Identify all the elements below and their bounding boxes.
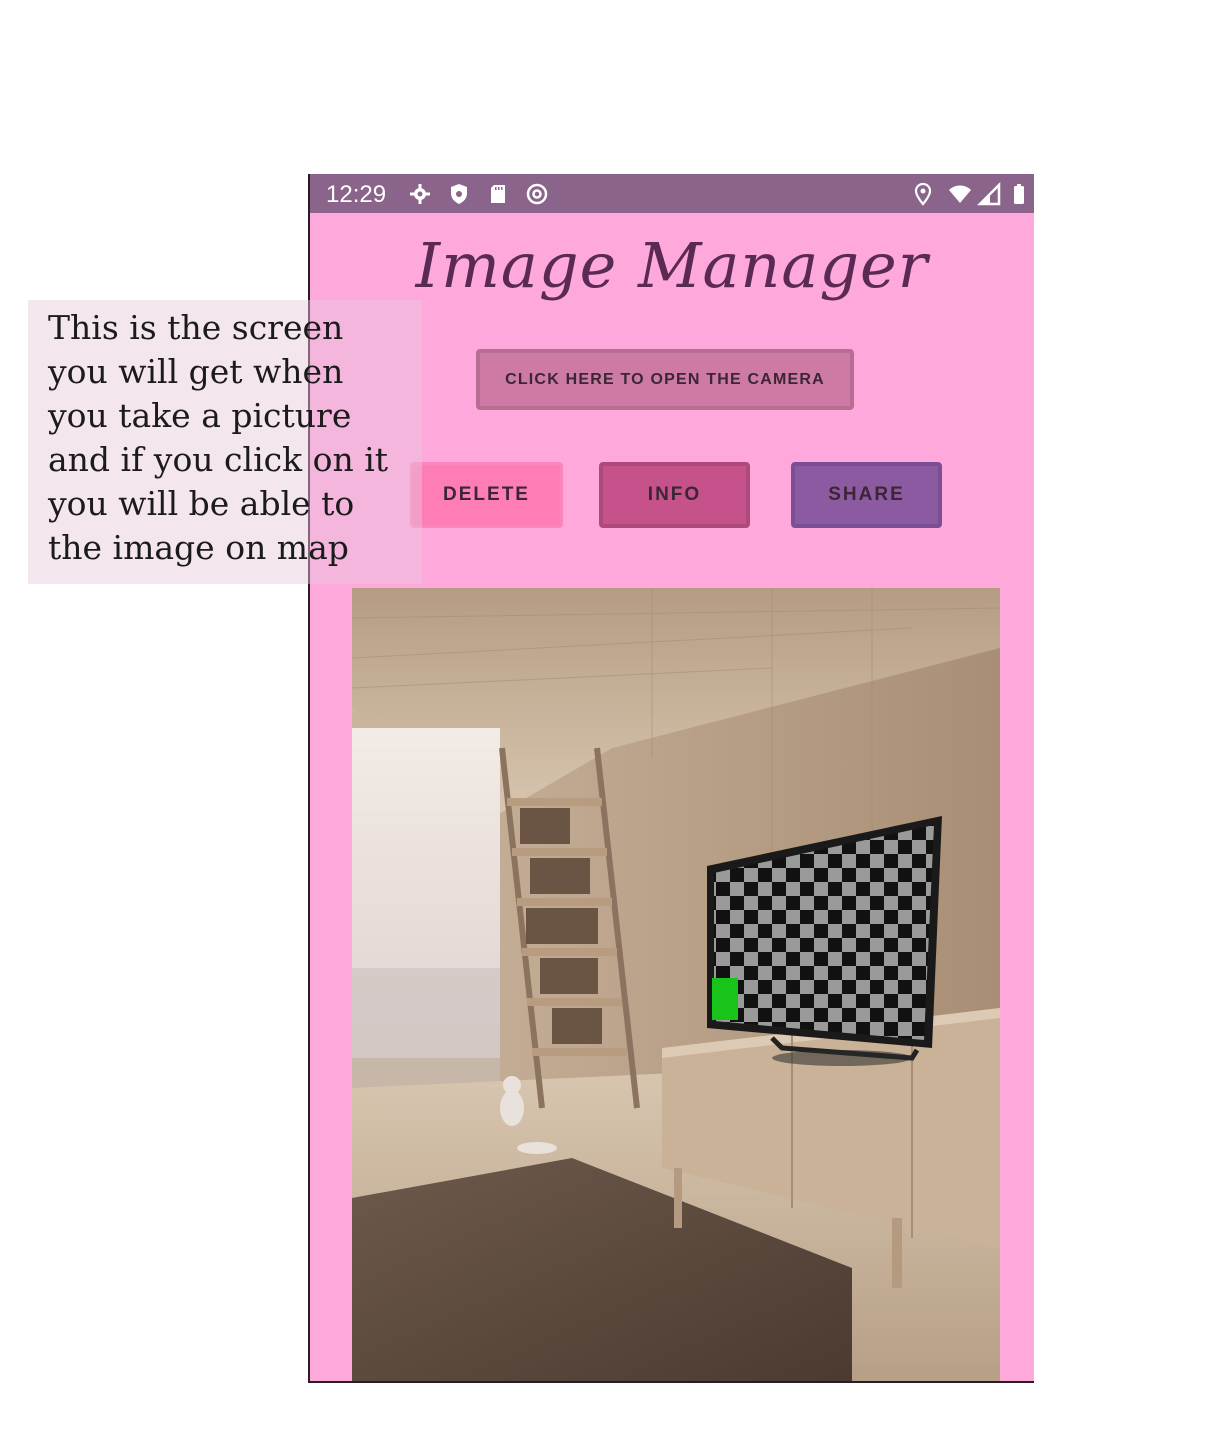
wifi-icon [949,185,971,203]
annotation-text: This is the screen you will get when you… [48,308,389,567]
location-icon [914,182,932,206]
shield-icon [451,184,467,204]
room-photo-illustration [352,588,1000,1381]
sd-card-icon [491,185,505,203]
delete-button[interactable]: DELETE [410,462,563,528]
at-sign-icon [526,183,548,205]
share-button[interactable]: SHARE [791,462,942,528]
battery-icon [1014,184,1024,204]
status-time: 12:29 [326,181,387,208]
app-title: Image Manager [415,229,929,302]
captured-photo[interactable] [352,588,1000,1381]
signal-icon [977,182,1001,206]
open-camera-button[interactable]: CLICK HERE TO OPEN THE CAMERA [476,349,854,410]
gear-icon [410,184,430,204]
status-bar: 12:29 [310,174,1034,213]
info-button[interactable]: INFO [599,462,750,528]
